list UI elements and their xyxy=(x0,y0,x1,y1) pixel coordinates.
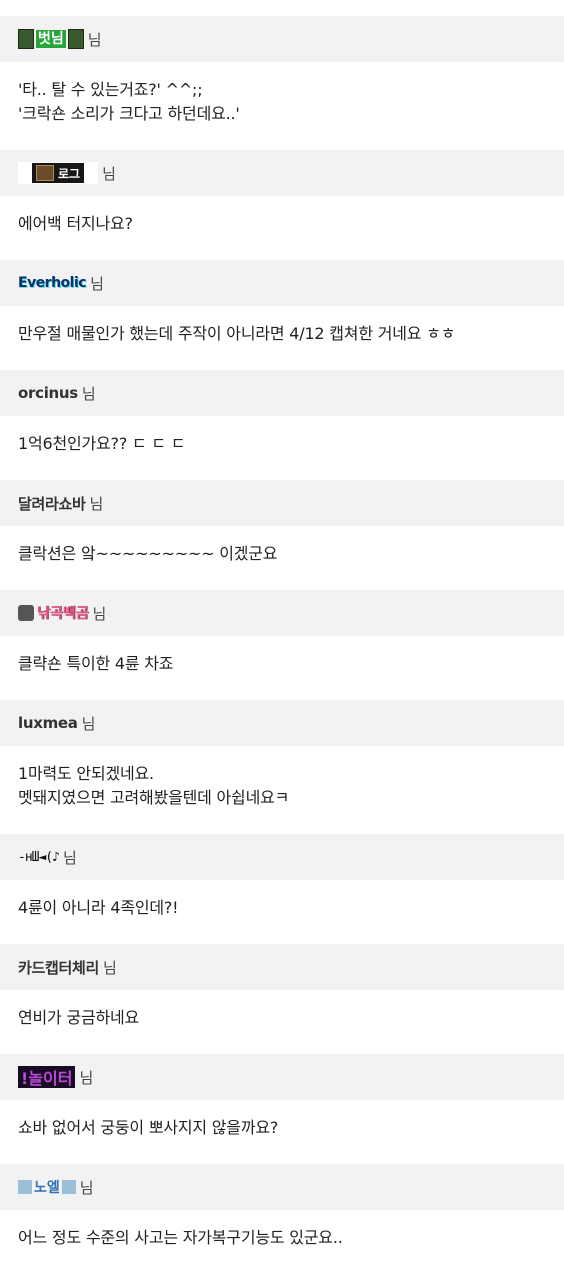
comment-header: 카드캡터체리 님 xyxy=(0,944,564,990)
nickname-image[interactable]: 벗님 xyxy=(18,28,84,50)
comment-line: 어느 정도 수준의 사고는 자가복구기능도 있군요.. xyxy=(18,1228,343,1247)
comment-list: 벗님 님 '타.. 탈 수 있는거죠?' ^^;; '크락숀 소리가 크다고 하… xyxy=(0,0,564,1274)
nickname-text: 벗님 xyxy=(36,30,66,48)
comment-body: 4륜이 아니라 4족인데?! xyxy=(0,880,564,944)
honorific-suffix: 님 xyxy=(62,848,77,867)
comment: luxmea 님 1마력도 안되겠네요. 멧돼지였으면 고려해봤을텐데 아쉽네요… xyxy=(0,700,564,834)
comment-body: 1마력도 안되겠네요. 멧돼지였으면 고려해봤을텐데 아쉽네요ㅋ xyxy=(0,746,564,834)
honorific-suffix: 님 xyxy=(87,30,102,49)
nickname-image[interactable]: 노엘 xyxy=(18,1176,76,1198)
pixel-decoration-icon xyxy=(18,1180,32,1194)
comment-header: 벗님 님 xyxy=(0,16,564,62)
comment: orcinus 님 1억6천인가요?? ㄷ ㄷ ㄷ xyxy=(0,370,564,480)
nickname-text: 낚곡백곰 xyxy=(37,606,89,622)
nickname-image[interactable]: 낚곡백곰 xyxy=(18,602,89,624)
comment-body: '타.. 탈 수 있는거죠?' ^^;; '크락숀 소리가 크다고 하던데요..… xyxy=(0,62,564,150)
comment-header: 낚곡백곰 님 xyxy=(0,590,564,636)
comment-line: 클락션은 앜~~~~~~~~~ 이겠군요 xyxy=(18,544,278,563)
honorific-suffix: 님 xyxy=(92,604,107,623)
comment-body: 어느 정도 수준의 사고는 자가복구기능도 있군요.. xyxy=(0,1210,564,1274)
honorific-suffix: 님 xyxy=(102,164,116,183)
comment-body: 클략숀 특이한 4륜 차죠 xyxy=(0,636,564,700)
comment: 카드캡터체리 님 연비가 궁금하네요 xyxy=(0,944,564,1054)
comment-line: 쇼바 없어서 궁둥이 뽀사지지 않을까요? xyxy=(18,1118,279,1137)
honorific-suffix: 님 xyxy=(79,1068,94,1087)
nickname-text: !놀이터 xyxy=(21,1069,73,1088)
comment-body: 만우절 매물인가 했는데 주작이 아니라면 4/12 캡쳐한 거네요 ㅎㅎ xyxy=(0,306,564,370)
comment-line: 1억6천인가요?? ㄷ ㄷ ㄷ xyxy=(18,434,186,453)
comment-line: 1마력도 안되겠네요. xyxy=(18,764,154,783)
nickname-image[interactable]: 로그 xyxy=(18,162,99,184)
comment-line: 클략숀 특이한 4륜 차죠 xyxy=(18,654,174,673)
comment: 낚곡백곰 님 클략숀 특이한 4륜 차죠 xyxy=(0,590,564,700)
comment: 벗님 님 '타.. 탈 수 있는거죠?' ^^;; '크락숀 소리가 크다고 하… xyxy=(0,16,564,150)
comment-header: !놀이터 님 xyxy=(0,1054,564,1100)
honorific-suffix: 님 xyxy=(81,384,96,403)
comment-header: 로그 님 xyxy=(0,150,564,196)
comment-header: -нШ◄(♪ 님 xyxy=(0,834,564,880)
comment-body: 에어백 터지나요? xyxy=(0,196,564,260)
comment-line: 에어백 터지나요? xyxy=(18,214,133,233)
nickname-image[interactable]: Everholic xyxy=(18,272,87,294)
honorific-suffix: 님 xyxy=(90,274,104,293)
nickname-text: 로그 xyxy=(58,166,81,181)
comment-line: 4륜이 아니라 4족인데?! xyxy=(18,898,179,917)
comment-header: Everholic 님 xyxy=(0,260,564,306)
comment-line: 연비가 궁금하네요 xyxy=(18,1008,140,1027)
comment: -нШ◄(♪ 님 4륜이 아니라 4족인데?! xyxy=(0,834,564,944)
honorific-suffix: 님 xyxy=(81,714,96,733)
nickname[interactable]: 달려라쇼바 xyxy=(18,493,86,514)
honorific-suffix: 님 xyxy=(103,958,117,977)
comment-body: 쇼바 없어서 궁둥이 뽀사지지 않을까요? xyxy=(0,1100,564,1164)
nickname-image[interactable]: -нШ◄(♪ xyxy=(18,846,60,868)
nickname[interactable]: orcinus xyxy=(18,384,78,402)
portrait-icon xyxy=(36,165,54,181)
comment-line: 만우절 매물인가 했는데 주작이 아니라면 4/12 캡쳐한 거네요 ㅎㅎ xyxy=(18,324,456,343)
nickname[interactable]: luxmea xyxy=(18,714,78,732)
comment: Everholic 님 만우절 매물인가 했는데 주작이 아니라면 4/12 캡… xyxy=(0,260,564,370)
comment-header: 달려라쇼바 님 xyxy=(0,480,564,526)
honorific-suffix: 님 xyxy=(89,494,104,513)
comment-line: '타.. 탈 수 있는거죠?' ^^;; xyxy=(18,80,203,99)
nickname-badge: 로그 xyxy=(32,163,85,183)
comment: !놀이터 님 쇼바 없어서 궁둥이 뽀사지지 않을까요? xyxy=(0,1054,564,1164)
comment-header: 노엘 님 xyxy=(0,1164,564,1210)
comment-body: 1억6천인가요?? ㄷ ㄷ ㄷ xyxy=(0,416,564,480)
comment-line: '크락숀 소리가 크다고 하던데요..' xyxy=(18,104,240,123)
comment-header: orcinus 님 xyxy=(0,370,564,416)
comment-body: 클락션은 앜~~~~~~~~~ 이겠군요 xyxy=(0,526,564,590)
comment-header: luxmea 님 xyxy=(0,700,564,746)
pixel-character-icon xyxy=(18,605,34,621)
comment: 노엘 님 어느 정도 수준의 사고는 자가복구기능도 있군요.. xyxy=(0,1164,564,1274)
nickname[interactable]: 카드캡터체리 xyxy=(18,957,99,978)
comment: 달려라쇼바 님 클락션은 앜~~~~~~~~~ 이겠군요 xyxy=(0,480,564,590)
nickname-image[interactable]: !놀이터 xyxy=(18,1066,76,1088)
comment-line: 멧돼지였으면 고려해봤을텐데 아쉽네요ㅋ xyxy=(18,788,290,807)
comment-body: 연비가 궁금하네요 xyxy=(0,990,564,1054)
pixel-decoration-icon xyxy=(61,1180,76,1194)
pixel-character-icon xyxy=(67,29,84,49)
comment: 로그 님 에어백 터지나요? xyxy=(0,150,564,260)
pixel-character-icon xyxy=(18,29,34,49)
nickname-text: 노엘 xyxy=(34,1180,60,1196)
honorific-suffix: 님 xyxy=(79,1178,94,1197)
